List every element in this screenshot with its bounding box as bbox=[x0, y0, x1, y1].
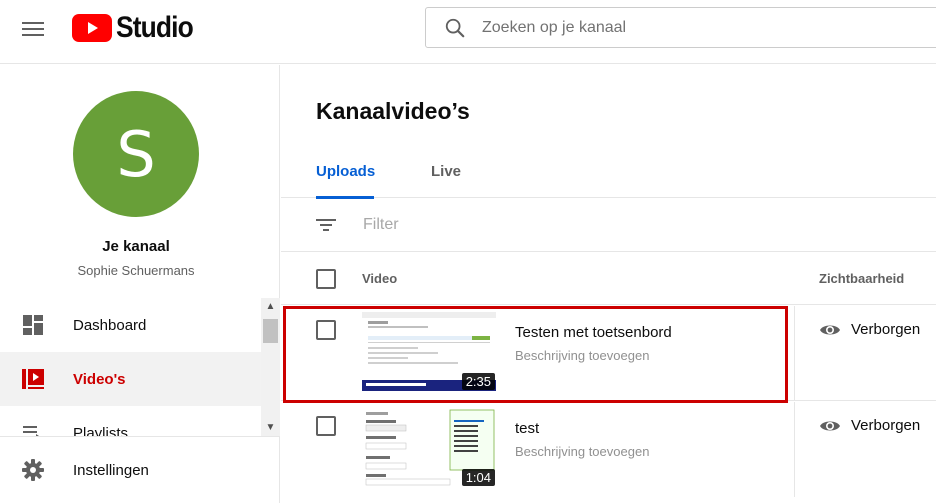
video-title[interactable]: Testen met toetsenbord bbox=[515, 324, 672, 341]
sidebar-item-label: Video's bbox=[73, 370, 126, 388]
channel-avatar[interactable]: S bbox=[73, 91, 199, 217]
video-title[interactable]: test bbox=[515, 420, 539, 437]
sidebar-item-label: Dashboard bbox=[73, 316, 147, 334]
filter-icon[interactable] bbox=[315, 216, 337, 234]
playlist-icon bbox=[23, 426, 39, 436]
menu-icon[interactable] bbox=[22, 17, 46, 41]
video-description[interactable]: Beschrijving toevoegen bbox=[515, 444, 649, 459]
select-all-checkbox[interactable] bbox=[316, 269, 336, 289]
table-row[interactable]: 1:04 test Beschrijving toevoegen Verborg… bbox=[281, 402, 936, 497]
youtube-studio-logo[interactable]: Studio bbox=[72, 11, 203, 44]
tab-live[interactable]: Live bbox=[431, 155, 461, 198]
top-app-bar: Studio bbox=[0, 0, 936, 64]
search-box[interactable] bbox=[425, 7, 936, 48]
filter-input[interactable] bbox=[363, 216, 763, 234]
sidebar-item-videos[interactable]: Video's bbox=[0, 352, 261, 406]
gear-icon bbox=[22, 459, 44, 481]
visibility-cell[interactable]: Verborgen bbox=[819, 417, 920, 434]
channel-title: Je kanaal bbox=[102, 238, 170, 255]
youtube-play-icon bbox=[72, 14, 112, 42]
visibility-cell[interactable]: Verborgen bbox=[819, 321, 920, 338]
visibility-label: Verborgen bbox=[851, 321, 921, 338]
sidebar: S Je kanaal Sophie Schuermans Dashboard … bbox=[0, 65, 280, 503]
eye-icon bbox=[820, 325, 840, 334]
visibility-label: Verborgen bbox=[851, 417, 921, 434]
search-icon bbox=[445, 18, 465, 37]
sidebar-item-label: Playlists bbox=[73, 424, 129, 437]
column-divider bbox=[794, 402, 795, 497]
sidebar-item-dashboard[interactable]: Dashboard bbox=[0, 298, 261, 352]
column-header-visibility[interactable]: Zichtbaarheid bbox=[819, 271, 904, 286]
video-icon bbox=[22, 369, 44, 389]
video-duration: 1:04 bbox=[461, 469, 495, 486]
tab-bar: Uploads Live bbox=[281, 155, 936, 199]
row-checkbox[interactable] bbox=[316, 416, 336, 436]
video-thumbnail[interactable]: 2:35 bbox=[362, 312, 496, 391]
search-input[interactable] bbox=[482, 18, 902, 37]
sidebar-item-label: Instellingen bbox=[73, 461, 149, 479]
page-title: Kanaalvideo’s bbox=[316, 98, 470, 124]
tab-uploads[interactable]: Uploads bbox=[316, 155, 375, 199]
sidebar-item-settings[interactable]: Instellingen bbox=[0, 436, 280, 503]
video-description[interactable]: Beschrijving toevoegen bbox=[515, 348, 649, 363]
sidebar-nav: Dashboard Video's Playlists bbox=[0, 298, 261, 436]
filter-bar bbox=[281, 199, 936, 252]
video-duration: 2:35 bbox=[461, 373, 495, 390]
table-header: Video Zichtbaarheid bbox=[281, 253, 936, 305]
scroll-down-arrow-icon[interactable]: ▼ bbox=[261, 419, 280, 436]
row-checkbox[interactable] bbox=[316, 320, 336, 340]
sidebar-item-playlists[interactable]: Playlists bbox=[0, 406, 261, 436]
sidebar-scrollbar[interactable]: ▲ ▼ bbox=[261, 298, 280, 436]
logo-text: Studio bbox=[116, 11, 194, 44]
channel-name: Sophie Schuermans bbox=[77, 263, 195, 278]
scroll-thumb[interactable] bbox=[263, 319, 278, 343]
column-divider bbox=[794, 306, 795, 401]
eye-icon bbox=[820, 421, 840, 430]
dashboard-icon bbox=[23, 315, 43, 335]
table-row[interactable]: 2:35 Testen met toetsenbord Beschrijving… bbox=[281, 306, 936, 401]
scroll-up-arrow-icon[interactable]: ▲ bbox=[261, 298, 280, 315]
main-content: Kanaalvideo’s Uploads Live Video Zichtba… bbox=[281, 65, 936, 503]
video-thumbnail[interactable]: 1:04 bbox=[362, 408, 496, 487]
column-header-video[interactable]: Video bbox=[362, 271, 397, 286]
